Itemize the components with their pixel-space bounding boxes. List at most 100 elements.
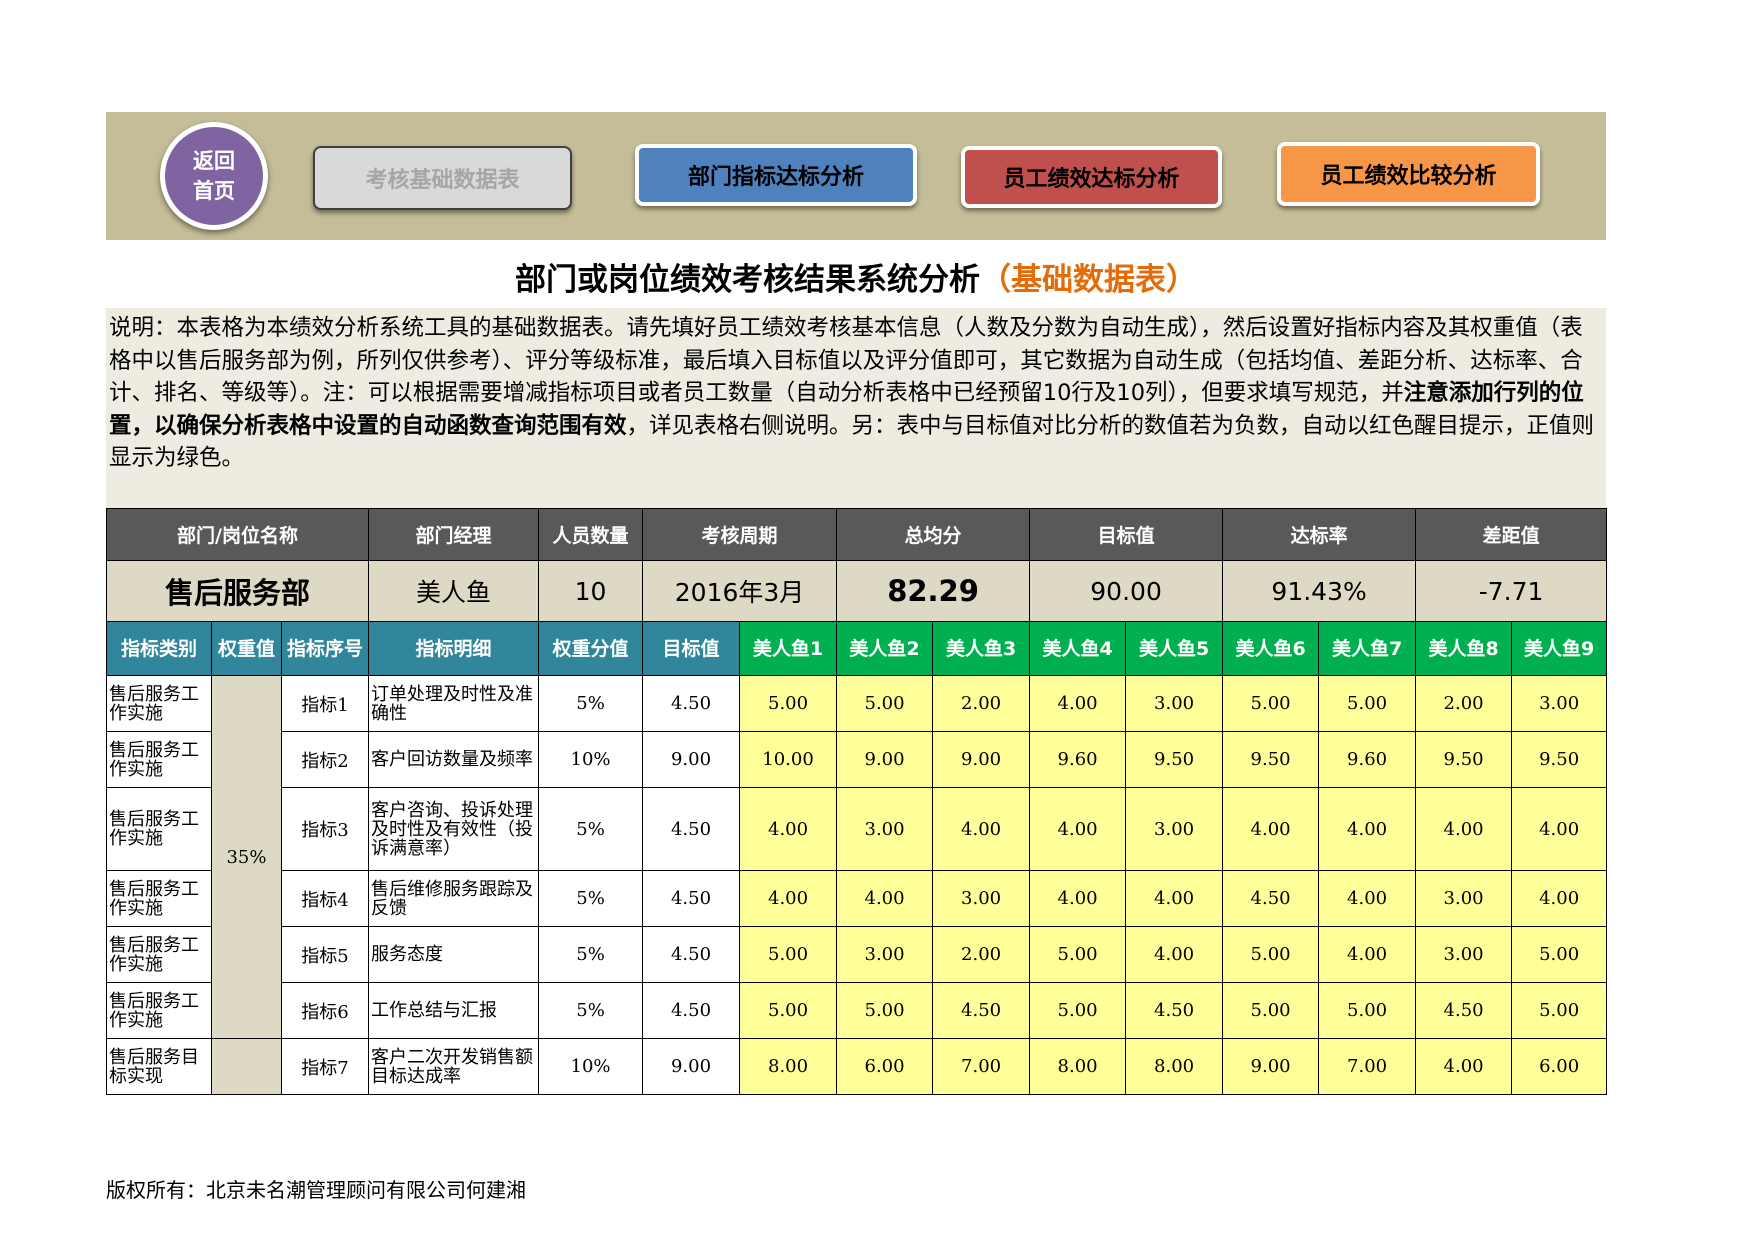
row-score: 3.00 [1415,870,1513,927]
employee-compare-button[interactable]: 员工绩效比较分析 [1277,142,1540,206]
row-target: 4.50 [642,982,741,1039]
row-score: 4.00 [1125,926,1224,983]
row-category: 售后服务工作实施 [106,731,212,788]
ih-seq: 指标序号 [280,621,370,676]
row-score: 5.00 [1318,675,1417,732]
row-score: 8.00 [1029,1038,1127,1095]
row-score: 2.00 [932,675,1031,732]
row-detail: 订单处理及时性及准确性 [368,675,540,732]
row-category: 售后服务工作实施 [106,870,212,927]
row-score: 4.00 [1125,870,1224,927]
employee-analysis-button[interactable]: 员工绩效达标分析 [961,146,1222,208]
row-score: 4.50 [1125,982,1224,1039]
dept-name: 售后服务部 [105,560,370,622]
home-button[interactable]: 返回首页 [160,122,268,230]
row-weight-score: 5% [538,982,644,1039]
row-detail: 客户二次开发销售额目标达成率 [368,1038,540,1095]
row-score: 4.00 [1029,870,1127,927]
row-score: 9.50 [1511,731,1608,788]
hdr-period: 考核周期 [642,508,838,561]
row-category: 售后服务工作实施 [106,675,212,732]
row-weight-score: 5% [538,870,644,927]
manager-name: 美人鱼 [368,560,540,622]
row-score: 3.00 [1415,926,1513,983]
title-sub: （基础数据表） [980,262,1197,298]
row-target: 4.50 [642,870,741,927]
ih-category: 指标类别 [106,621,212,676]
row-score: 4.00 [1222,787,1320,871]
row-detail: 售后维修服务跟踪及反馈 [368,870,540,927]
row-score: 3.00 [932,870,1031,927]
ih-detail: 指标明细 [368,621,540,676]
row-score: 9.60 [1318,731,1417,788]
table-row: 售后服务目标实现 指标7 客户二次开发销售额目标达成率 10% 9.00 8.00 6.00… [106,1038,1608,1095]
ih-employee: 美人鱼9 [1511,621,1608,676]
row-score: 4.00 [1415,1038,1513,1095]
description: 说明：本表格为本绩效分析系统工具的基础数据表。请先填好员工绩效考核基本信息（人数… [106,308,1606,508]
row-score: 9.50 [1222,731,1320,788]
hdr-target: 目标值 [1029,508,1224,561]
row-score: 4.00 [1029,787,1127,871]
row-score: 5.00 [739,675,838,732]
row-seq: 指标5 [280,926,370,983]
hdr-avg: 总均分 [836,508,1031,561]
row-detail: 服务态度 [368,926,540,983]
row-score: 9.00 [836,731,934,788]
hdr-gap: 差距值 [1415,508,1608,561]
row-target: 4.50 [642,787,741,871]
ih-employee: 美人鱼3 [932,621,1031,676]
table-row: 售后服务工作实施 指标5 服务态度 5% 4.50 5.00 3.00 2.00 5.00 4.0… [106,926,1608,983]
row-weight-score: 5% [538,926,644,983]
row-seq: 指标2 [280,731,370,788]
row-score: 5.00 [1222,926,1320,983]
row-score: 5.00 [836,675,934,732]
row-score: 2.00 [932,926,1031,983]
row-score: 5.00 [1222,982,1320,1039]
review-period: 2016年3月 [642,560,838,622]
row-score: 3.00 [1511,675,1608,732]
row-detail: 客户回访数量及频率 [368,731,540,788]
row-weight-score: 10% [538,731,644,788]
row-weight-group: 35% [211,675,282,1039]
row-score: 4.00 [739,787,838,871]
row-score: 4.00 [1415,787,1513,871]
row-category: 售后服务目标实现 [106,1038,212,1095]
row-score: 4.50 [1222,870,1320,927]
row-score: 5.00 [1318,982,1417,1039]
hdr-rate: 达标率 [1222,508,1417,561]
ih-employee: 美人鱼5 [1125,621,1224,676]
row-score: 8.00 [739,1038,838,1095]
row-score: 4.00 [1511,787,1608,871]
row-score: 4.50 [932,982,1031,1039]
copyright: 版权所有：北京未名潮管理顾问有限公司何建湘 [106,1178,526,1202]
basic-data-button[interactable]: 考核基础数据表 [313,146,572,210]
row-seq: 指标4 [280,870,370,927]
table-row: 售后服务工作实施 35% 指标1 订单处理及时性及准确性 5% 4.50 5.00 5.00 2… [106,675,1608,1039]
row-seq: 指标7 [280,1038,370,1095]
row-score: 5.00 [1511,982,1608,1039]
ih-employee: 美人鱼1 [739,621,838,676]
row-category: 售后服务工作实施 [106,787,212,871]
dept-analysis-button[interactable]: 部门指标达标分析 [635,144,917,206]
desc-part1: 说明：本表格为本绩效分析系统工具的基础数据表。请先填好员工绩效考核基本信息（人数… [109,315,1583,406]
ih-employee: 美人鱼6 [1222,621,1320,676]
row-score: 3.00 [836,926,934,983]
ih-employee: 美人鱼8 [1415,621,1513,676]
hdr-manager: 部门经理 [368,508,540,561]
row-score: 7.00 [932,1038,1031,1095]
table-row: 售后服务工作实施 指标2 客户回访数量及频率 10% 9.00 10.00 9.00 9.00… [106,731,1608,788]
row-score: 5.00 [1222,675,1320,732]
row-weight-score: 5% [538,675,644,732]
ih-weight: 权重值 [211,621,282,676]
row-score: 6.00 [1511,1038,1608,1095]
row-score: 4.50 [1415,982,1513,1039]
hdr-count: 人员数量 [538,508,644,561]
ih-employee: 美人鱼2 [836,621,934,676]
summary-header-row: 部门/岗位名称 部门经理 人员数量 考核周期 总均分 目标值 达标率 差距值 [105,508,1608,561]
home-button-label: 返回首页 [193,149,235,203]
row-seq: 指标6 [280,982,370,1039]
row-score: 8.00 [1125,1038,1224,1095]
summary-row: 售后服务部 美人鱼 10 2016年3月 82.29 90.00 91.43% … [105,560,1608,622]
row-score: 4.00 [1318,787,1417,871]
row-weight-score: 5% [538,787,644,871]
